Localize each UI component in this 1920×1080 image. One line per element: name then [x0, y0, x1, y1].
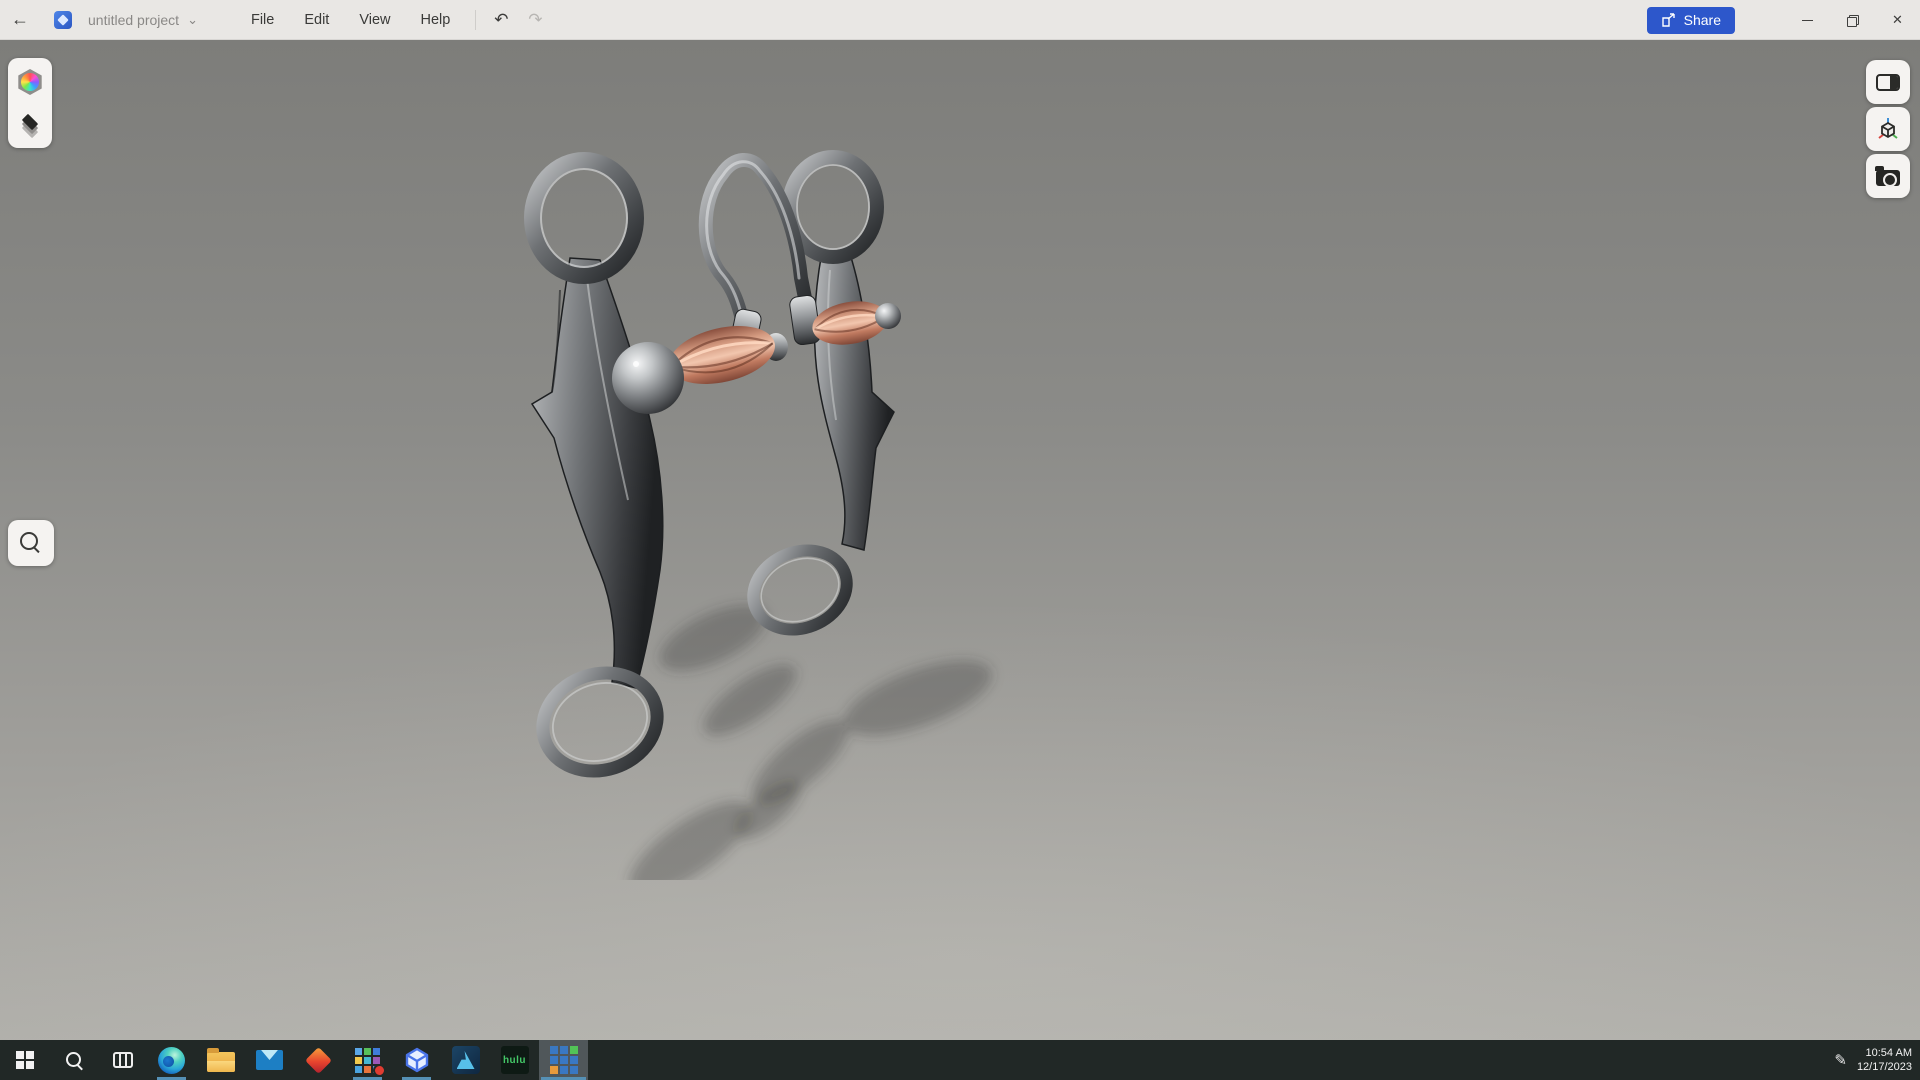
project-menu-button[interactable]: ⌄: [187, 12, 198, 28]
taskbar-mail-button[interactable]: [245, 1040, 294, 1080]
title-bar-right: Share ✕: [1647, 0, 1920, 40]
orientation-gizmo-button[interactable]: [1866, 107, 1910, 151]
taskbar-start-button[interactable]: [0, 1040, 49, 1080]
ball-highlight: [633, 361, 639, 367]
pen-input-button[interactable]: ✎: [1834, 1051, 1847, 1069]
share-button[interactable]: Share: [1647, 7, 1735, 34]
taskbar: hulu ✎ 10:54 AM 12/17/2023: [0, 1040, 1920, 1080]
menu-edit[interactable]: Edit: [289, 0, 344, 40]
system-tray: ✎ 10:54 AM 12/17/2023: [1834, 1040, 1920, 1080]
project-title: untitled project: [88, 12, 179, 28]
task-view-icon: [113, 1052, 133, 1068]
layers-icon: [17, 112, 43, 136]
side-panel-icon: [1876, 74, 1900, 91]
notification-dot: [373, 1064, 386, 1077]
app-logo-icon: [54, 11, 72, 29]
taskbar-hulu-button[interactable]: hulu: [490, 1040, 539, 1080]
taskbar-file-explorer-button[interactable]: [196, 1040, 245, 1080]
taskbar-edge-button[interactable]: [147, 1040, 196, 1080]
left-tool-panel: [8, 58, 52, 148]
title-bar: ← untitled project ⌄ File Edit View Help…: [0, 0, 1920, 40]
title-bar-left: ← untitled project ⌄ File Edit View Help…: [0, 0, 552, 39]
chevron-down-icon: ⌄: [187, 12, 198, 27]
hulu-icon: hulu: [501, 1046, 529, 1074]
search-icon: [65, 1051, 83, 1069]
clock-tray-button[interactable]: 10:54 AM 12/17/2023: [1857, 1046, 1912, 1074]
share-label: Share: [1684, 12, 1721, 28]
zoom-tool-button[interactable]: [8, 520, 54, 566]
taskbar-3d-builder-button[interactable]: [392, 1040, 441, 1080]
redo-icon: ↷: [528, 10, 542, 29]
taskbar-diamond-app-button[interactable]: [294, 1040, 343, 1080]
file-explorer-icon: [207, 1052, 235, 1072]
affinity-app-icon: [452, 1046, 480, 1074]
scene-panel-toggle-button[interactable]: [1866, 60, 1910, 104]
menu-bar: File Edit View Help: [236, 0, 465, 40]
layers-tool-button[interactable]: [12, 106, 48, 142]
restore-button[interactable]: [1830, 0, 1875, 40]
edge-browser-icon: [158, 1047, 185, 1074]
undo-button[interactable]: ↶: [484, 3, 518, 37]
app-grid-icon: [355, 1048, 380, 1073]
share-icon: [1661, 13, 1677, 28]
viewport-canvas[interactable]: [0, 40, 1920, 1040]
camera-icon: [1876, 170, 1900, 186]
menu-help[interactable]: Help: [406, 0, 466, 40]
right-shank: [741, 157, 894, 643]
ball-joint: [612, 342, 684, 414]
model-horse-bit[interactable]: [500, 140, 1060, 880]
tray-time: 10:54 AM: [1857, 1046, 1912, 1060]
taskbar-app-grid-button[interactable]: [343, 1040, 392, 1080]
taskbar-task-view-button[interactable]: [98, 1040, 147, 1080]
back-button[interactable]: ←: [0, 0, 40, 40]
taskbar-active-3d-app-button[interactable]: [539, 1040, 588, 1080]
right-end-ball: [875, 303, 901, 329]
ground-shadows: [616, 592, 1001, 880]
minimize-icon: [1802, 20, 1813, 21]
color-material-tool-button[interactable]: [12, 64, 48, 100]
color-hexagon-icon: [17, 69, 43, 95]
back-arrow-icon: ←: [11, 9, 29, 30]
mail-icon: [256, 1050, 283, 1070]
3d-builder-icon: [403, 1046, 431, 1074]
minimize-button[interactable]: [1785, 0, 1830, 40]
undo-icon: ↶: [494, 10, 508, 29]
redo-button[interactable]: ↷: [518, 3, 552, 37]
pen-icon: ✎: [1834, 1052, 1847, 1069]
taskbar-search-button[interactable]: [49, 1040, 98, 1080]
windows-logo-icon: [16, 1051, 34, 1069]
diamond-app-icon: [305, 1047, 332, 1074]
toolbar-divider: [475, 10, 476, 30]
menu-file[interactable]: File: [236, 0, 289, 40]
axis-cube-icon: [1875, 116, 1901, 142]
restore-icon: [1847, 15, 1858, 26]
left-shank: [530, 160, 670, 786]
magnifier-icon: [20, 532, 42, 554]
close-icon: ✕: [1892, 12, 1903, 28]
camera-capture-button[interactable]: [1866, 154, 1910, 198]
tray-date: 12/17/2023: [1857, 1060, 1912, 1074]
taskbar-affinity-button[interactable]: [441, 1040, 490, 1080]
tiles-app-icon: [550, 1046, 578, 1074]
close-button[interactable]: ✕: [1875, 0, 1920, 40]
menu-view[interactable]: View: [344, 0, 405, 40]
